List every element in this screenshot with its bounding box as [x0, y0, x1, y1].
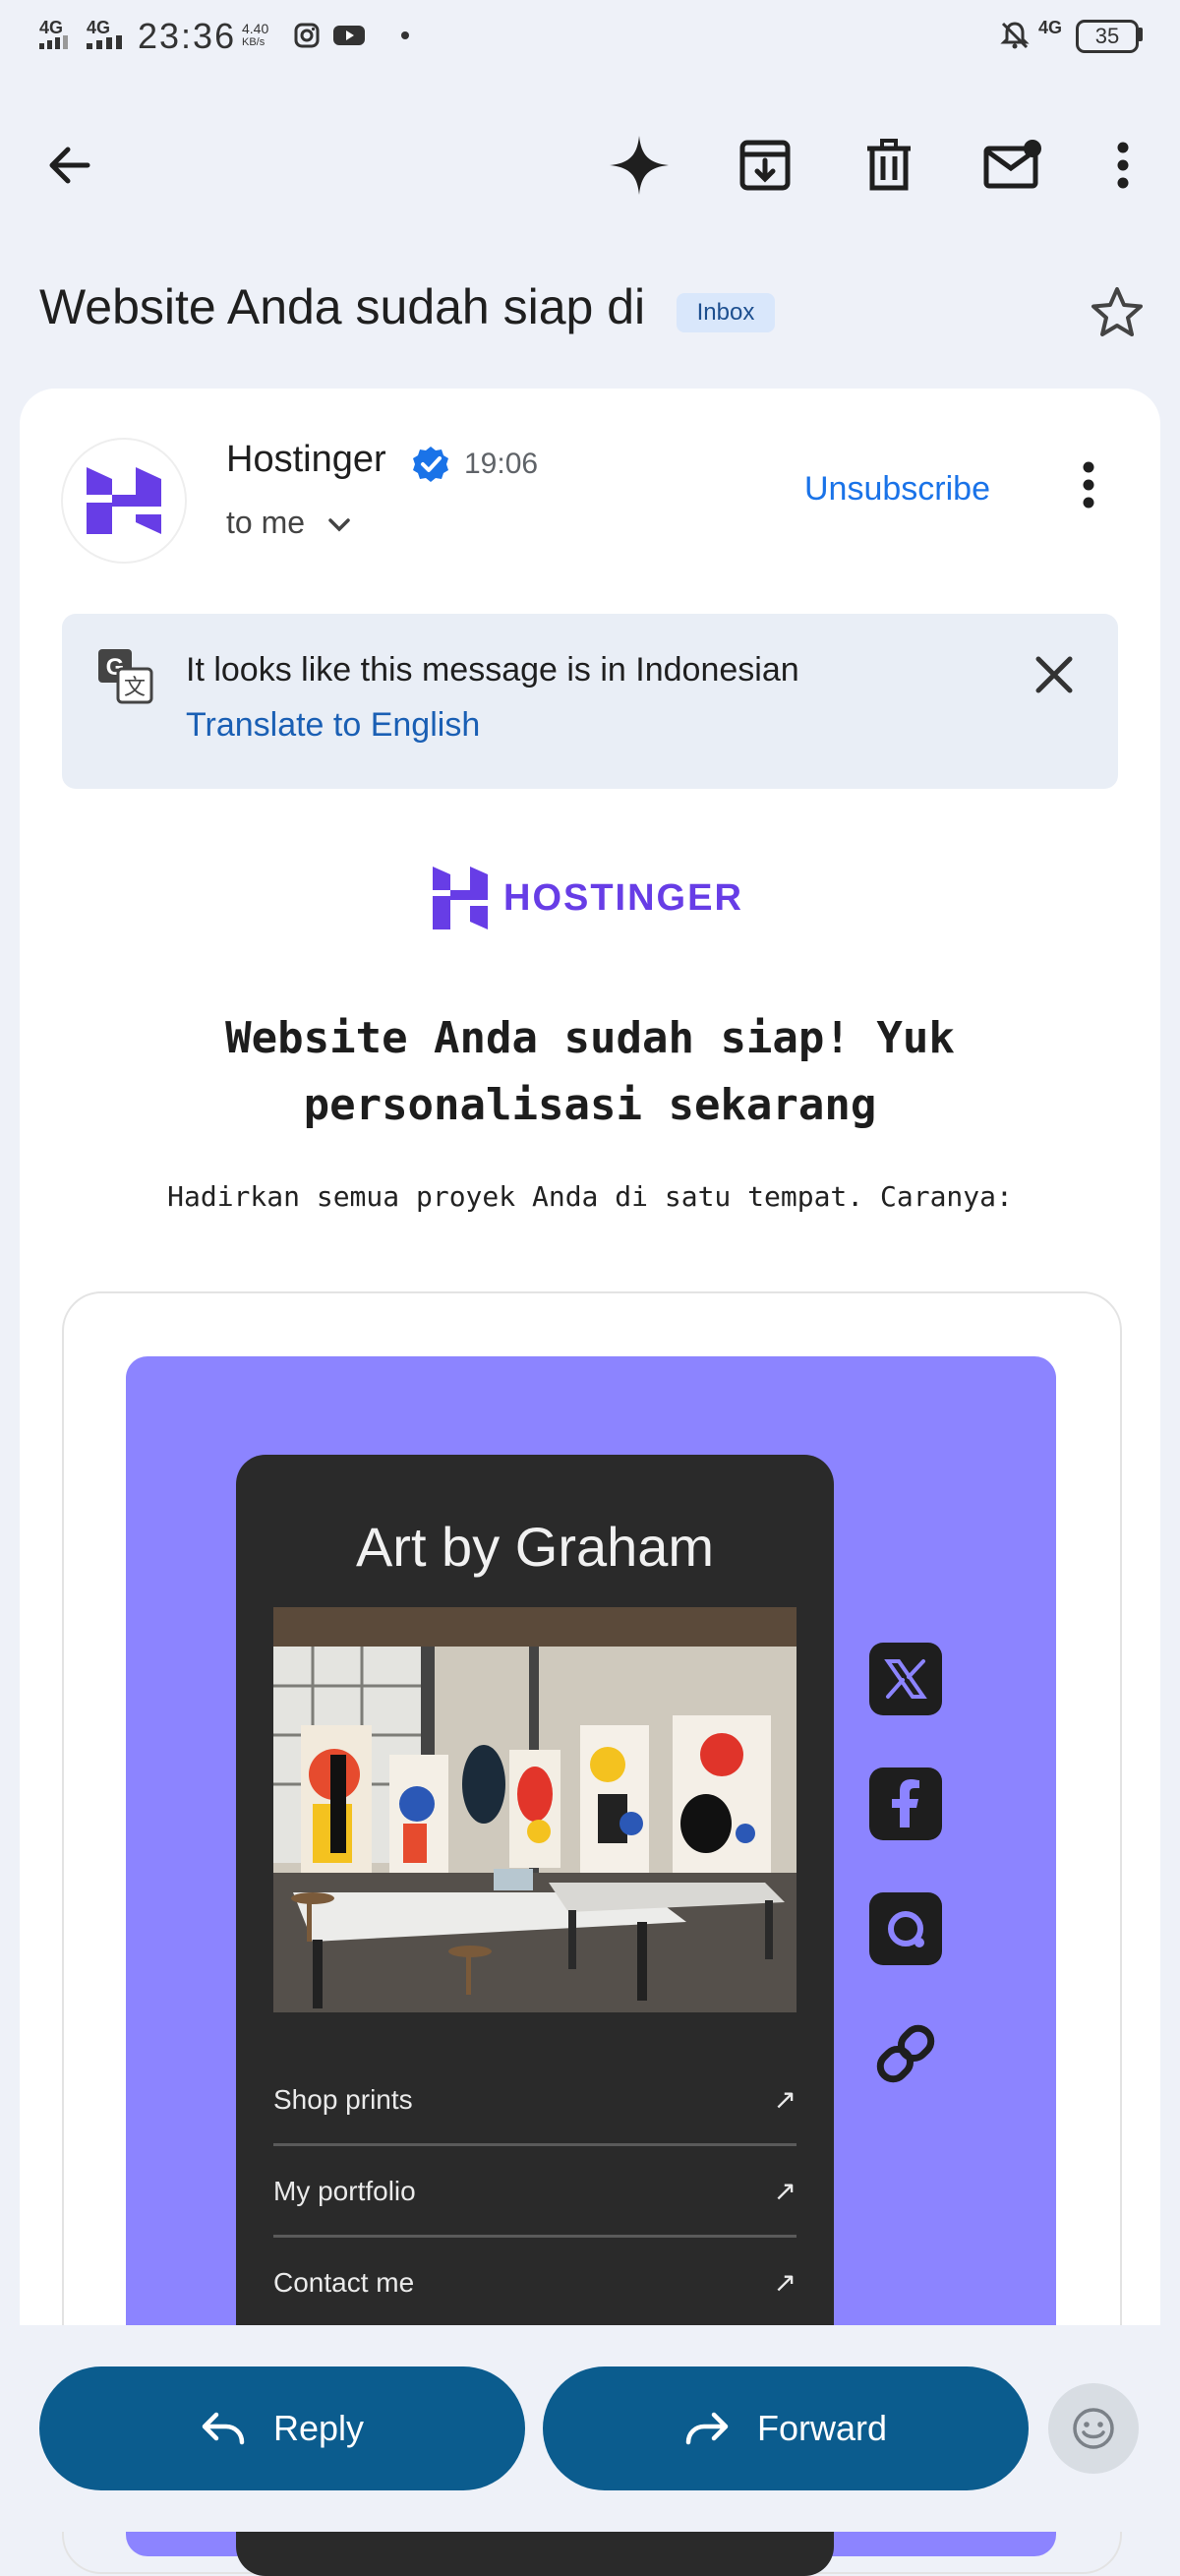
email-headline: Website Anda sudah siap! Yuk personalisa… [98, 1005, 1082, 1139]
headline-line-1: Website Anda sudah siap! Yuk [225, 1013, 955, 1063]
status-bar: 4G 4G 23:36 4.40 KB/s 4G 35 [0, 0, 1180, 71]
dismiss-translate-button[interactable] [1032, 653, 1076, 701]
threads-logo-icon [888, 1911, 924, 1947]
instagram-icon [294, 23, 320, 48]
clock: 23:36 [138, 16, 237, 56]
arrow-outward-icon: ↗ [773, 2084, 796, 2115]
brand-wordmark: HOSTINGER [503, 876, 743, 919]
notification-dot-icon [401, 31, 409, 39]
forward-icon [685, 2412, 729, 2445]
x-social-icon[interactable] [869, 1643, 942, 1715]
translate-icon: G 文 [96, 647, 153, 709]
more-options-button[interactable] [1084, 126, 1162, 205]
net-speed: 4.40 KB/s [242, 21, 269, 48]
link-social-icon[interactable] [869, 2017, 942, 2090]
signal-bars-icon [87, 35, 122, 49]
emoji-icon [1073, 2408, 1114, 2449]
more-vert-icon [1083, 461, 1094, 509]
facebook-social-icon[interactable] [869, 1767, 942, 1840]
x-logo-icon [884, 1659, 927, 1699]
recipient-label: to me [226, 505, 306, 540]
chevron-down-icon [328, 517, 350, 532]
gemini-button[interactable] [600, 126, 678, 205]
link-icon [876, 2024, 935, 2083]
mark-unread-button[interactable] [974, 126, 1052, 205]
forward-label: Forward [756, 2408, 888, 2448]
headline-line-2: personalisasi sekarang [303, 1080, 877, 1130]
arrow-outward-icon: ↗ [773, 2176, 796, 2206]
email-subline: Hadirkan semua proyek Anda di satu tempa… [167, 1180, 1013, 1213]
hostinger-brand: HOSTINGER [433, 866, 743, 930]
mockup-link-label: Shop prints [273, 2083, 413, 2115]
reply-button[interactable]: Reply [39, 2366, 525, 2490]
reply-label: Reply [272, 2408, 365, 2448]
star-button[interactable] [1090, 285, 1145, 345]
more-vert-icon [1117, 142, 1129, 189]
unsubscribe-link[interactable]: Unsubscribe [804, 470, 990, 509]
mockup-link-label: Contact me [273, 2266, 415, 2298]
signal-indicator-3: 4G [1038, 18, 1063, 37]
svg-text:文: 文 [124, 676, 146, 700]
mockup-link-row[interactable]: My portfolio ↗ [273, 2147, 796, 2238]
close-icon [1035, 656, 1073, 693]
sender-avatar[interactable] [61, 438, 187, 564]
translate-message: It looks like this message is in Indones… [186, 651, 799, 689]
translate-banner [62, 614, 1118, 789]
email-subject: Website Anda sudah siap di [39, 279, 646, 334]
mockup-link-row[interactable]: Shop prints ↗ [273, 2056, 796, 2146]
inbox-label-badge[interactable]: Inbox [677, 293, 775, 332]
delete-button[interactable] [850, 126, 928, 205]
star-outline-icon [1092, 287, 1143, 336]
signal-bars-icon [39, 35, 68, 49]
react-emoji-button[interactable] [1048, 2383, 1139, 2474]
verified-badge-icon [413, 447, 448, 482]
arrow-back-icon [49, 147, 90, 184]
recipient-toggle[interactable]: to me [226, 505, 351, 541]
back-button[interactable] [30, 126, 108, 205]
facebook-logo-icon [892, 1779, 919, 1827]
message-more-button[interactable] [1082, 460, 1095, 514]
sparkle-icon [610, 136, 669, 195]
mockup-title: Art by Graham [355, 1516, 715, 1578]
reply-icon [202, 2412, 245, 2445]
battery-level: 35 [1094, 24, 1120, 48]
mockup-link-label: My portfolio [273, 2175, 416, 2206]
trash-icon [867, 139, 911, 191]
translate-link[interactable]: Translate to English [186, 706, 480, 745]
hostinger-logo-icon [87, 467, 161, 534]
battery-icon: 35 [1076, 20, 1139, 53]
mockup-link-row[interactable]: Contact me ↗ [273, 2239, 796, 2329]
forward-button[interactable]: Forward [543, 2366, 1029, 2490]
threads-social-icon[interactable] [869, 1892, 942, 1965]
email-toolbar [0, 98, 1180, 236]
archive-button[interactable] [726, 126, 804, 205]
battery-tip [1139, 28, 1143, 41]
mail-unread-icon [983, 140, 1041, 189]
sender-name[interactable]: Hostinger [226, 439, 386, 481]
bell-muted-icon [1000, 22, 1030, 49]
hostinger-logo-icon [433, 867, 488, 929]
archive-icon [739, 140, 791, 191]
gallery-image [273, 1607, 796, 2012]
youtube-icon [333, 26, 365, 45]
received-time: 19:06 [464, 448, 539, 480]
arrow-outward-icon: ↗ [773, 2267, 796, 2298]
